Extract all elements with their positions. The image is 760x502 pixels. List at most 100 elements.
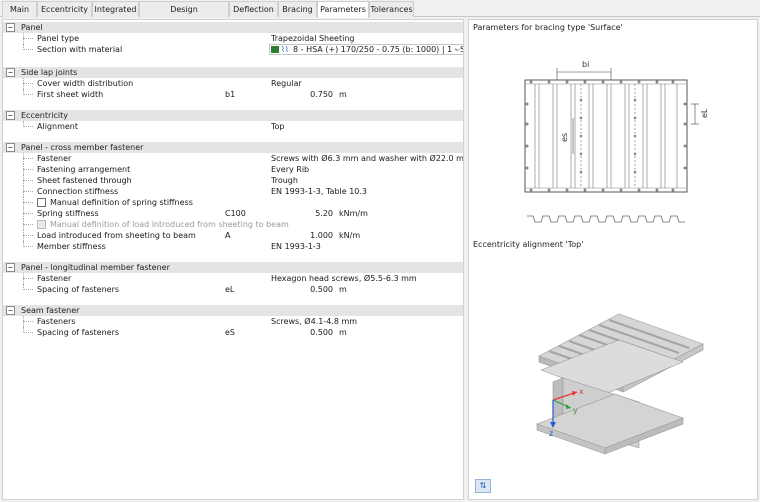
label: Fasteners <box>37 317 76 326</box>
row-long-fastener[interactable]: Fastener Hexagon head screws, Ø5.5-6.3 m… <box>3 273 463 284</box>
collapse-icon[interactable]: − <box>6 68 15 77</box>
label: Member stiffness <box>37 242 106 251</box>
material-color-icon <box>271 46 279 53</box>
axis-x-label: x <box>579 387 584 396</box>
section-title: Panel <box>21 23 43 32</box>
value[interactable]: 1.000 <box>271 230 333 241</box>
tab-parameters[interactable]: Parameters <box>317 1 369 18</box>
dim-es-label: es <box>560 133 569 142</box>
value: EN 1993-1-3, Table 10.3 <box>271 187 368 196</box>
row-manual-load[interactable]: Manual definition of load introduced fro… <box>3 219 463 230</box>
row-alignment[interactable]: Alignment Top <box>3 121 463 132</box>
row-cover-width[interactable]: Cover width distribution Regular <box>3 78 463 89</box>
collapse-icon[interactable]: − <box>6 306 15 315</box>
section-side-lap[interactable]: − Side lap joints <box>3 67 463 78</box>
collapse-icon[interactable]: − <box>6 111 15 120</box>
preview-panel: Parameters for bracing type 'Surface' bi… <box>468 19 758 500</box>
label: Fastening arrangement <box>37 165 131 174</box>
section-panel[interactable]: − Panel <box>3 22 463 33</box>
unit: kNm/m <box>339 209 368 218</box>
section-cross-fastener[interactable]: − Panel - cross member fastener <box>3 142 463 153</box>
symbol: eS <box>225 328 235 337</box>
unit: kN/m <box>339 231 361 240</box>
label: Fastener <box>37 274 72 283</box>
section-title: Seam fastener <box>21 306 80 315</box>
symbol: eL <box>225 285 235 294</box>
tab-main[interactable]: Main <box>2 1 37 17</box>
row-fastening-arrangement[interactable]: Fastening arrangement Every Rib <box>3 164 463 175</box>
section-title: Panel - cross member fastener <box>21 143 144 152</box>
axis-y-label: y <box>573 406 578 415</box>
tab-bracing[interactable]: Bracing <box>278 1 317 17</box>
trapezoidal-profile <box>527 215 685 223</box>
preview-title-bottom: Eccentricity alignment 'Top' <box>473 240 584 249</box>
axis-z-label: z <box>549 429 553 438</box>
value: Trough <box>271 176 298 185</box>
value[interactable]: 0.500 <box>271 327 333 338</box>
row-sheet-fastened[interactable]: Sheet fastened through Trough <box>3 175 463 186</box>
label: Spring stiffness <box>37 209 99 218</box>
label: Alignment <box>37 122 78 131</box>
tab-integrated[interactable]: Integrated <box>92 1 139 17</box>
manual-spring-checkbox[interactable] <box>37 198 46 207</box>
label: Spacing of fasteners <box>37 328 120 337</box>
value: Top <box>271 122 285 131</box>
row-member-stiffness[interactable]: Member stiffness EN 1993-1-3 <box>3 241 463 252</box>
unit: m <box>339 328 347 337</box>
tab-tolerances[interactable]: Tolerances <box>369 1 414 17</box>
label: Sheet fastened through <box>37 176 132 185</box>
label: Fastener <box>37 154 72 163</box>
bracing-surface-diagram: bi es eL <box>524 60 709 223</box>
row-panel-type[interactable]: Panel type Trapezoidal Sheeting <box>3 33 463 44</box>
row-load-introduced[interactable]: Load introduced from sheeting to beam A … <box>3 230 463 241</box>
value: Screws, Ø4.1-4.8 mm <box>271 317 358 326</box>
value: EN 1993-1-3 <box>271 242 321 251</box>
label: Cover width distribution <box>37 79 134 88</box>
row-manual-spring[interactable]: Manual definition of spring stiffness <box>3 197 463 208</box>
row-first-sheet-width[interactable]: First sheet width b1 0.750 m <box>3 89 463 100</box>
parameters-grid: − Panel Panel type Trapezoidal Sheeting … <box>2 19 464 500</box>
symbol: b1 <box>225 90 236 99</box>
label: Section with material <box>37 45 123 54</box>
section-seam-fastener[interactable]: − Seam fastener <box>3 305 463 316</box>
dim-b-label: bi <box>582 60 589 69</box>
tab-deflection[interactable]: Deflection <box>229 1 278 17</box>
row-spring-stiffness[interactable]: Spring stiffness C100 5.20 kNm/m <box>3 208 463 219</box>
section-value: 8 - HSA (+) 170/250 - 0.75 (b: 1000) | 1… <box>293 45 463 54</box>
collapse-icon[interactable]: − <box>6 263 15 272</box>
section-shape-icon: ⌇⌇ <box>281 45 289 54</box>
unit: m <box>339 285 347 294</box>
value: Screws with Ø6.3 mm and washer with Ø22.… <box>271 154 464 163</box>
value: Trapezoidal Sheeting <box>271 34 355 43</box>
collapse-icon[interactable]: − <box>6 23 15 32</box>
value[interactable]: 0.750 <box>271 89 333 100</box>
label: Load introduced from sheeting to beam <box>37 231 196 240</box>
symbol: C100 <box>225 209 246 218</box>
unit: m <box>339 90 347 99</box>
row-seam-spacing[interactable]: Spacing of fasteners eS 0.500 m <box>3 327 463 338</box>
row-seam-fasteners[interactable]: Fasteners Screws, Ø4.1-4.8 mm <box>3 316 463 327</box>
value[interactable]: 5.20 <box>271 208 333 219</box>
tab-eccentricity[interactable]: Eccentricity <box>37 1 92 17</box>
row-section-material[interactable]: Section with material ⌇⌇ 8 - HSA (+) 170… <box>3 44 463 55</box>
label: Connection stiffness <box>37 187 119 196</box>
section-eccentricity[interactable]: − Eccentricity <box>3 110 463 121</box>
manual-load-checkbox[interactable] <box>37 220 46 229</box>
symbol: A <box>225 231 231 240</box>
section-title: Eccentricity <box>21 111 68 120</box>
section-title: Panel - longitudinal member fastener <box>21 263 170 272</box>
section-title: Side lap joints <box>21 68 78 77</box>
row-fastener[interactable]: Fastener Screws with Ø6.3 mm and washer … <box>3 153 463 164</box>
chevron-down-icon[interactable]: ⌵ <box>455 44 460 55</box>
tab-design-configurations[interactable]: Design Configurations <box>139 1 229 29</box>
swap-view-icon[interactable]: ⇅ <box>475 479 491 493</box>
value: Every Rib <box>271 165 310 174</box>
label: Panel type <box>37 34 79 43</box>
row-connection-stiffness[interactable]: Connection stiffness EN 1993-1-3, Table … <box>3 186 463 197</box>
label: First sheet width <box>37 90 104 99</box>
collapse-icon[interactable]: − <box>6 143 15 152</box>
section-long-fastener[interactable]: − Panel - longitudinal member fastener <box>3 262 463 273</box>
tab-bar: Main Eccentricity Integrated Design Conf… <box>0 0 760 29</box>
row-long-spacing[interactable]: Spacing of fasteners eL 0.500 m <box>3 284 463 295</box>
value[interactable]: 0.500 <box>271 284 333 295</box>
